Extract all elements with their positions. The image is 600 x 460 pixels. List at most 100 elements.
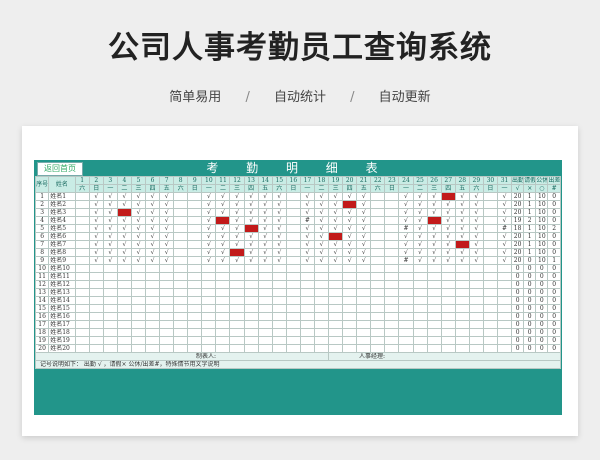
back-home-button[interactable]: 返回首页: [37, 162, 83, 176]
attendance-cell: [102, 296, 118, 305]
attendance-cell: [440, 288, 456, 297]
preview-card: 考 勤 明 细 表 返回首页 序号 姓名 1 2 3 4 5 6 7 8 9 10 11 12 13 14 15…: [22, 126, 578, 436]
attendance-cell: [328, 320, 344, 329]
attendance-cell: [412, 304, 428, 313]
attendance-mark: √: [271, 240, 287, 249]
attendance-mark: √: [496, 240, 513, 249]
attendance-cell: [342, 320, 358, 329]
row-total: 0: [511, 272, 525, 281]
attendance-mark: √: [468, 232, 484, 241]
row-name: 姓名11: [48, 272, 76, 281]
attendance-cell: [173, 192, 189, 201]
attendance-cell: [159, 296, 175, 305]
header-day: 4: [116, 176, 132, 185]
attendance-cell: [102, 304, 118, 313]
attendance-cell: [299, 344, 315, 353]
attendance-cell: [370, 248, 386, 257]
attendance-cell: [313, 344, 330, 353]
attendance-mark: √: [328, 208, 344, 217]
row-total: 0: [511, 328, 525, 337]
attendance-cell: [145, 304, 161, 313]
attendance-cell: [271, 344, 287, 353]
attendance-cell: [482, 280, 498, 289]
row-total: 0: [547, 280, 561, 289]
leave-mark: [440, 192, 456, 201]
header-day: 15: [271, 176, 287, 185]
leave-mark: [426, 216, 442, 225]
attendance-cell: [299, 288, 315, 297]
attendance-cell: [426, 336, 442, 345]
row-total: 0: [547, 272, 561, 281]
attendance-cell: [187, 296, 203, 305]
attendance-cell: [88, 280, 104, 289]
attendance-cell: [145, 312, 161, 321]
row-total: 2: [523, 216, 537, 225]
attendance-cell: [215, 328, 231, 337]
attendance-cell: [468, 280, 484, 289]
header-weekday: 一: [299, 184, 315, 193]
attendance-cell: [342, 344, 358, 353]
row-seq: 1: [34, 192, 50, 201]
attendance-cell: [130, 320, 147, 329]
attendance-mark: √: [88, 248, 104, 257]
attendance-cell: [412, 272, 428, 281]
attendance-cell: [426, 304, 442, 313]
attendance-mark: √: [88, 216, 104, 225]
attendance-cell: [370, 192, 386, 201]
attendance-mark: √: [440, 224, 456, 233]
row-total: 0: [511, 280, 525, 289]
attendance-mark: √: [313, 232, 330, 241]
attendance-cell: [398, 328, 414, 337]
attendance-cell: [173, 328, 189, 337]
attendance-mark: √: [102, 208, 118, 217]
attendance-cell: [187, 272, 203, 281]
row-total: 20: [511, 256, 525, 265]
header-day: 29: [468, 176, 484, 185]
attendance-cell: [257, 296, 273, 305]
attendance-cell: [173, 240, 189, 249]
attendance-cell: [384, 344, 400, 353]
attendance-cell: [88, 328, 104, 337]
attendance-cell: [116, 328, 132, 337]
attendance-mark: √: [426, 200, 442, 209]
attendance-mark: √: [88, 256, 104, 265]
attendance-cell: [215, 280, 231, 289]
row-total: 19: [511, 216, 525, 225]
header-day: 18: [313, 176, 330, 185]
attendance-mark: √: [496, 192, 513, 201]
header-day: 22: [370, 176, 386, 185]
attendance-cell: [370, 344, 386, 353]
attendance-cell: [384, 280, 400, 289]
attendance-mark: √: [398, 240, 414, 249]
feature-easy: 简单易用: [169, 90, 222, 105]
row-total: 0: [535, 304, 549, 313]
table-row: 14 姓名14 0 0 0 0: [34, 296, 561, 305]
attendance-sheet: 考 勤 明 细 表 返回首页 序号 姓名 1 2 3 4 5 6 7 8 9 10 11 12 13 14 15…: [34, 160, 562, 415]
attendance-mark: √: [159, 240, 175, 249]
attendance-mark: √: [159, 256, 175, 265]
attendance-mark: √: [116, 240, 132, 249]
attendance-mark: √: [88, 240, 104, 249]
attendance-mark: √: [229, 192, 245, 201]
row-total: 10: [535, 224, 549, 233]
attendance-mark: √: [116, 232, 132, 241]
attendance-mark: √: [215, 256, 231, 265]
attendance-mark: √: [201, 208, 217, 217]
attendance-cell: [74, 208, 90, 217]
attendance-cell: [215, 264, 231, 273]
attendance-mark: √: [299, 248, 315, 257]
attendance-mark: √: [145, 224, 161, 233]
header-day: 8: [173, 176, 189, 185]
header-summary-symbol: √: [511, 184, 525, 193]
attendance-cell: [384, 296, 400, 305]
attendance-mark: √: [454, 248, 470, 257]
row-name: 姓名15: [48, 304, 76, 313]
header-weekday: 五: [454, 184, 470, 193]
row-total: 0: [523, 312, 537, 321]
header-weekday: 六: [468, 184, 484, 193]
attendance-cell: [285, 200, 301, 209]
attendance-cell: [370, 272, 386, 281]
attendance-cell: [299, 328, 315, 337]
attendance-cell: [187, 312, 203, 321]
attendance-cell: [88, 344, 104, 353]
